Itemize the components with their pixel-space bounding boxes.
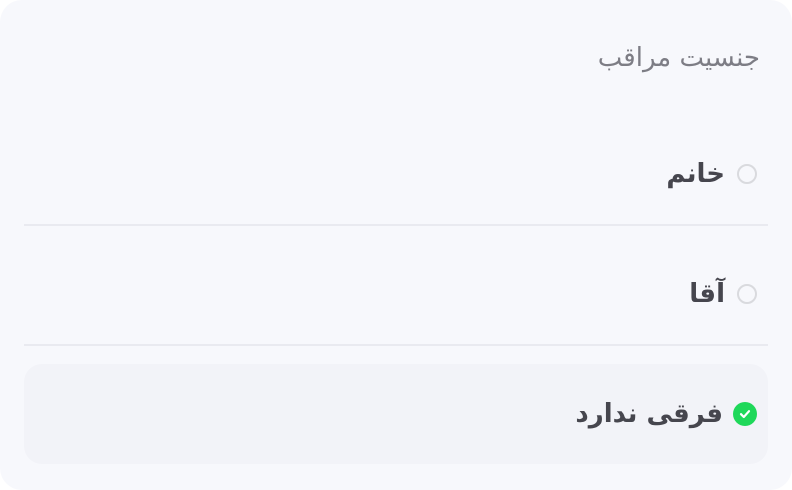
check-circle-icon[interactable]: [733, 402, 757, 426]
option-no-preference[interactable]: فرقی ندارد: [24, 364, 768, 464]
divider: [24, 344, 768, 346]
option-label: آقا: [689, 279, 725, 309]
option-label: فرقی ندارد: [575, 399, 723, 429]
option-female[interactable]: خانم: [24, 124, 768, 224]
divider: [24, 224, 768, 226]
caregiver-gender-panel: جنسیت مراقب خانم آقا فرقی ندارد: [0, 0, 792, 490]
radio-empty-icon[interactable]: [737, 284, 757, 304]
option-male[interactable]: آقا: [24, 244, 768, 344]
radio-empty-icon[interactable]: [737, 164, 757, 184]
option-label: خانم: [666, 159, 725, 189]
section-title: جنسیت مراقب: [597, 43, 760, 73]
